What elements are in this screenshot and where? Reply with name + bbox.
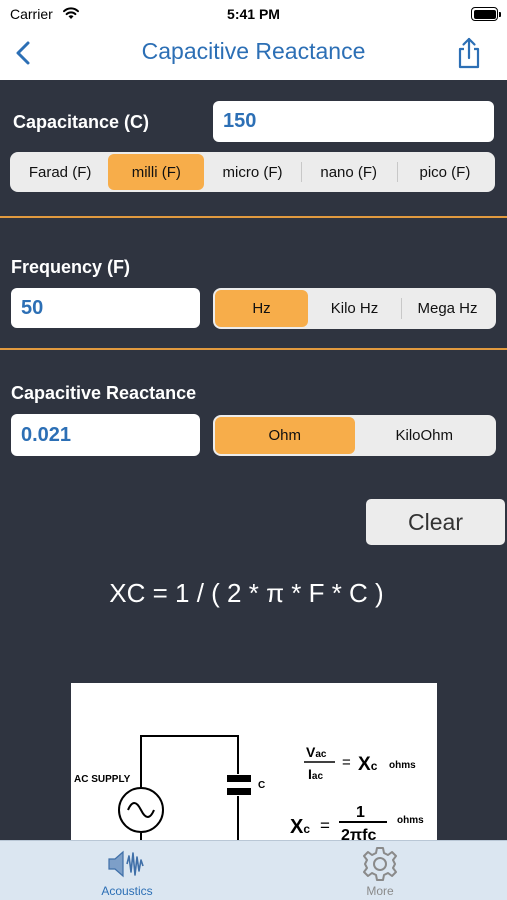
- unit-milli[interactable]: milli (F): [108, 154, 205, 190]
- frequency-unit-selector: Hz Kilo Hz Mega Hz: [213, 288, 496, 329]
- nav-bar: Capacitive Reactance: [0, 28, 507, 80]
- reactance-label: Capacitive Reactance: [11, 383, 197, 403]
- gear-icon: [363, 847, 397, 881]
- reactance-output[interactable]: 0.021: [11, 414, 200, 456]
- unit-mega-hz[interactable]: Mega Hz: [401, 290, 494, 327]
- capacitance-input[interactable]: 150: [213, 101, 494, 142]
- tab-acoustics[interactable]: Acoustics: [47, 841, 207, 900]
- clear-button[interactable]: Clear: [366, 499, 505, 545]
- unit-ohm[interactable]: Ohm: [215, 417, 355, 454]
- ac-supply-label: AC SUPPLY: [74, 774, 131, 785]
- tab-acoustics-label: Acoustics: [101, 884, 153, 898]
- speaker-wave-icon: [108, 850, 144, 878]
- frequency-label: Frequency (F): [11, 257, 131, 277]
- capacitor-icon: [227, 775, 251, 795]
- reactance-unit-selector: Ohm KiloOhm: [213, 415, 496, 456]
- equation-reactance: Xc = 1 2πfc ohms: [290, 804, 424, 843]
- capacitance-unit-selector: Farad (F) milli (F) micro (F) nano (F) p…: [10, 152, 495, 192]
- tab-more-label: More: [366, 884, 394, 898]
- unit-nano[interactable]: nano (F): [300, 154, 397, 190]
- unit-kilo-hz[interactable]: Kilo Hz: [308, 290, 401, 327]
- capacitance-label: Capacitance (C): [13, 112, 150, 132]
- svg-text:Xc: Xc: [290, 816, 310, 838]
- equation-impedance: Vac Iac = Xc ohms: [304, 744, 416, 782]
- formula-text: XC = 1 / ( 2 * π * F * C ): [109, 578, 384, 608]
- unit-farad[interactable]: Farad (F): [12, 154, 108, 190]
- svg-text:=: =: [320, 816, 330, 835]
- unit-hz[interactable]: Hz: [215, 290, 308, 327]
- status-time: 5:41 PM: [227, 6, 280, 22]
- capacitor-label: C: [258, 780, 265, 791]
- svg-text:Iac: Iac: [308, 766, 323, 782]
- svg-text:Xc: Xc: [358, 754, 378, 775]
- section-divider: [0, 348, 507, 350]
- svg-text:ohms: ohms: [397, 815, 424, 826]
- svg-text:ohms: ohms: [389, 760, 416, 771]
- svg-text:1: 1: [356, 804, 365, 821]
- share-icon[interactable]: [455, 36, 483, 70]
- unit-kiloohm[interactable]: KiloOhm: [355, 417, 495, 454]
- tab-bar: Acoustics More: [0, 840, 507, 900]
- ac-source-icon: [118, 787, 164, 833]
- battery-icon: [471, 7, 501, 21]
- status-bar: Carrier 5:41 PM: [0, 0, 507, 28]
- svg-text:=: =: [342, 754, 351, 771]
- page-title: Capacitive Reactance: [141, 38, 366, 64]
- section-divider: [0, 216, 507, 218]
- unit-pico[interactable]: pico (F): [396, 154, 493, 190]
- frequency-input[interactable]: 50: [11, 288, 200, 328]
- circuit-diagram: AC SUPPLY C Vac Iac = Xc ohms Xc = 1 2πf…: [71, 683, 437, 843]
- svg-text:Vac: Vac: [306, 744, 327, 760]
- tab-more[interactable]: More: [300, 841, 460, 900]
- unit-micro[interactable]: micro (F): [204, 154, 300, 190]
